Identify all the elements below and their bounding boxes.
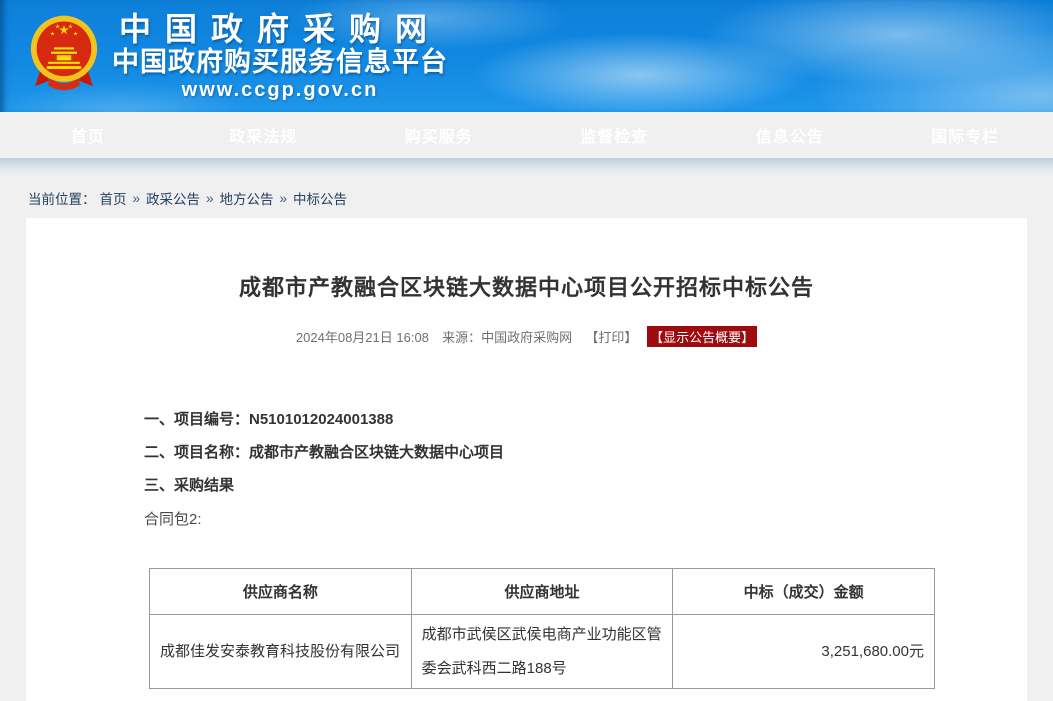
source-label: 来源：中国政府采购网 xyxy=(442,330,572,345)
national-emblem-icon xyxy=(28,14,100,98)
cell-supplier-name: 成都佳发安泰教育科技股份有限公司 xyxy=(150,615,412,689)
nav-item-home[interactable]: 首页 xyxy=(0,123,176,147)
site-brand: 中国政府采购网 中国政府购买服务信息平台 www.ccgp.gov.cn xyxy=(112,11,448,102)
article-panel: 成都市产教融合区块链大数据中心项目公开招标中标公告 2024年08月21日 16… xyxy=(26,218,1027,701)
breadcrumb: 当前位置： 首页 » 政采公告 » 地方公告 » 中标公告 xyxy=(0,178,1053,218)
print-button[interactable]: 【打印】 xyxy=(585,330,637,345)
platform-name: 中国政府购买服务信息平台 xyxy=(112,47,448,78)
breadcrumb-separator: » xyxy=(133,191,141,206)
cell-award-amount: 3,251,680.00元 xyxy=(673,615,935,689)
breadcrumb-item-local-announcements[interactable]: 地方公告 xyxy=(220,188,274,208)
cell-supplier-address: 成都市武侯区武侯电商产业功能区管委会武科西二路188号 xyxy=(411,615,673,689)
publish-datetime: 2024年08月21日 16:08 xyxy=(296,330,429,345)
article-body: 一、项目编号：N5101012024001388 二、项目名称：成都市产教融合区… xyxy=(144,409,1027,530)
site-header: 中国政府采购网 中国政府购买服务信息平台 www.ccgp.gov.cn xyxy=(0,0,1053,112)
page-title: 成都市产教融合区块链大数据中心项目公开招标中标公告 xyxy=(26,273,1027,303)
site-url: www.ccgp.gov.cn xyxy=(182,78,379,102)
nav-shadow-fade xyxy=(0,158,1053,178)
breadcrumb-item-award-announcements: 中标公告 xyxy=(293,188,347,208)
procurement-result-line: 三、采购结果 xyxy=(144,475,1027,496)
award-result-table: 供应商名称 供应商地址 中标（成交）金额 成都佳发安泰教育科技股份有限公司 成都… xyxy=(149,568,935,689)
breadcrumb-separator: » xyxy=(206,191,214,206)
breadcrumb-item-home[interactable]: 首页 xyxy=(100,188,127,208)
breadcrumb-item-procurement-announcements[interactable]: 政采公告 xyxy=(146,188,200,208)
nav-item-regulations[interactable]: 政采法规 xyxy=(176,123,352,147)
table-row: 成都佳发安泰教育科技股份有限公司 成都市武侯区武侯电商产业功能区管委会武科西二路… xyxy=(150,615,935,689)
nav-item-supervision[interactable]: 监督检查 xyxy=(527,123,703,147)
table-header-row: 供应商名称 供应商地址 中标（成交）金额 xyxy=(150,569,935,615)
project-number-line: 一、项目编号：N5101012024001388 xyxy=(144,409,1027,430)
project-name-line: 二、项目名称：成都市产教融合区块链大数据中心项目 xyxy=(144,442,1027,463)
nav-item-purchase-services[interactable]: 购买服务 xyxy=(351,123,527,147)
col-header-supplier-name: 供应商名称 xyxy=(150,569,412,615)
show-summary-button[interactable]: 【显示公告概要】 xyxy=(647,326,757,347)
breadcrumb-separator: » xyxy=(280,191,288,206)
contract-package-label: 合同包2: xyxy=(144,509,1027,530)
nav-item-announcements[interactable]: 信息公告 xyxy=(702,123,878,147)
main-nav: 首页 政采法规 购买服务 监督检查 信息公告 国际专栏 xyxy=(0,112,1053,158)
breadcrumb-label: 当前位置： xyxy=(28,188,96,208)
site-name: 中国政府采购网 xyxy=(119,11,441,47)
col-header-supplier-address: 供应商地址 xyxy=(411,569,673,615)
nav-item-international[interactable]: 国际专栏 xyxy=(878,123,1053,147)
col-header-award-amount: 中标（成交）金额 xyxy=(673,569,935,615)
article-meta: 2024年08月21日 16:08 来源：中国政府采购网 【打印】 【显示公告概… xyxy=(26,326,1027,347)
